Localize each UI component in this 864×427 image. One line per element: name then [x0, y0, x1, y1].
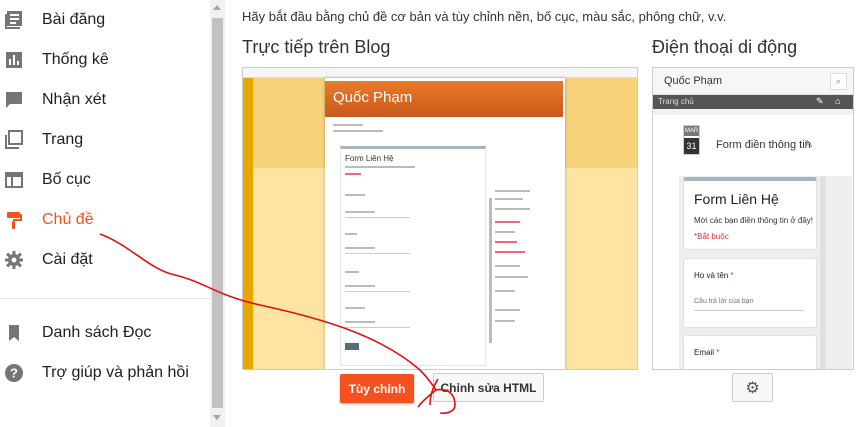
sidebar-item-help[interactable]: ? Trợ giúp và phản hồi — [0, 353, 210, 393]
sidebar-item-stats[interactable]: Thống kê — [0, 40, 210, 80]
preview-header: Quốc Phạm — [325, 81, 563, 117]
question-label: Họ và tên * — [694, 271, 734, 280]
sidebar-item-posts[interactable]: Bài đăng — [0, 0, 210, 40]
sidebar-item-reading-list[interactable]: Danh sách Đọc — [0, 313, 210, 353]
sidebar-item-label: Trang — [42, 131, 84, 148]
pencil-icon[interactable]: ✎ — [804, 138, 813, 151]
question-label: Email * — [694, 348, 720, 357]
home-icon[interactable]: ⌂ — [835, 96, 840, 106]
preview-page: Quốc Phạm Form Liên Hệ — [325, 78, 565, 369]
sidebar-item-pages[interactable]: Trang — [0, 120, 210, 160]
sidebar-item-comments[interactable]: Nhận xét — [0, 80, 210, 120]
preview-navbar — [243, 68, 637, 78]
sidebar-item-label: Nhận xét — [42, 91, 107, 108]
sidebar-item-label: Trợ giúp và phản hồi — [42, 364, 189, 381]
mobile-post: MAR 31 Form điền thông tin ✎ Form Liên H… — [653, 115, 853, 369]
required-note: *Bắt buộc — [694, 232, 729, 241]
sidebar-item-label: Danh sách Đọc — [42, 324, 152, 341]
mobile-nav-home[interactable]: Trang chủ — [658, 97, 694, 106]
sidebar-item-label: Chủ đề — [42, 211, 94, 228]
pages-icon — [4, 130, 24, 150]
embedded-scrollbar[interactable] — [820, 176, 826, 369]
help-icon: ? — [4, 363, 24, 383]
bookmark-icon — [4, 323, 24, 343]
mobile-heading: Điện thoại di động — [652, 37, 798, 57]
answer-underline — [694, 310, 804, 311]
form-header-card: Form Liên Hệ Mời các bạn điền thông tin … — [683, 177, 817, 250]
mobile-navbar: Trang chủ ✎ ⌂ — [653, 95, 853, 109]
scroll-down-arrow-icon[interactable] — [213, 415, 221, 420]
stats-icon — [4, 50, 24, 70]
edit-html-button[interactable]: Chỉnh sửa HTML — [433, 373, 544, 402]
comments-icon — [4, 90, 24, 110]
sidebar: Bài đăng Thống kê Nhận xét Trang Bố cục … — [0, 0, 210, 427]
preview-form: Form Liên Hệ — [340, 146, 486, 366]
post-date-day: 31 — [684, 138, 699, 154]
theme-icon — [4, 210, 24, 230]
mobile-preview[interactable]: Quốc Phạm ⌕ Trang chủ ✎ ⌂ MAR 31 Form đi… — [652, 67, 854, 370]
settings-icon — [4, 250, 24, 270]
sidebar-item-label: Thống kê — [42, 51, 109, 68]
form-question-card: Email * — [683, 335, 817, 369]
gear-icon: ⚙ — [745, 379, 760, 397]
form-question-card: Họ và tên * Câu trả lời của bạn — [683, 258, 817, 328]
form-title: Form Liên Hệ — [694, 191, 779, 207]
scroll-up-arrow-icon[interactable] — [213, 5, 221, 10]
scrollbar-thumb[interactable] — [212, 18, 223, 408]
question-label-text: Họ và tên — [694, 271, 729, 280]
posts-icon — [4, 10, 24, 30]
customize-button[interactable]: Tùy chỉnh — [340, 374, 414, 403]
sidebar-item-label: Bố cục — [42, 171, 91, 188]
sidebar-item-settings[interactable]: Cài đặt — [0, 240, 210, 280]
sidebar-divider — [0, 298, 210, 299]
preview-bg-left — [243, 78, 253, 369]
mobile-blog-title: Quốc Phạm — [664, 75, 723, 87]
live-blog-preview[interactable]: Quốc Phạm Form Liên Hệ — [242, 67, 638, 370]
question-label-text: Email — [694, 348, 715, 357]
post-date-month: MAR — [684, 126, 699, 136]
svg-text:?: ? — [10, 366, 18, 381]
answer-placeholder[interactable]: Câu trả lời của bạn — [694, 298, 753, 305]
sidebar-scrollbar[interactable] — [210, 0, 225, 427]
theme-intro-text: Hãy bắt đầu bằng chủ đề cơ bản và tùy ch… — [242, 9, 727, 24]
edit-icon[interactable]: ✎ — [816, 96, 824, 107]
sidebar-item-theme[interactable]: Chủ đề — [0, 200, 210, 240]
search-icon[interactable]: ⌕ — [830, 73, 847, 90]
sidebar-item-label: Bài đăng — [42, 11, 106, 28]
form-description: Mời các bạn điền thông tin ở đây! — [694, 216, 814, 225]
preview-blog-title: Quốc Phạm — [333, 89, 413, 106]
layout-icon — [4, 170, 24, 190]
post-date-badge: MAR 31 — [683, 125, 700, 155]
mobile-post-title[interactable]: Form điền thông tin — [716, 139, 811, 151]
mobile-header: Quốc Phạm ⌕ — [653, 68, 853, 95]
mobile-settings-button[interactable]: ⚙ — [732, 373, 773, 402]
sidebar-item-layout[interactable]: Bố cục — [0, 160, 210, 200]
sidebar-item-label: Cài đặt — [42, 251, 93, 268]
preview-form-title: Form Liên Hệ — [345, 154, 394, 163]
live-blog-heading: Trực tiếp trên Blog — [242, 37, 391, 57]
